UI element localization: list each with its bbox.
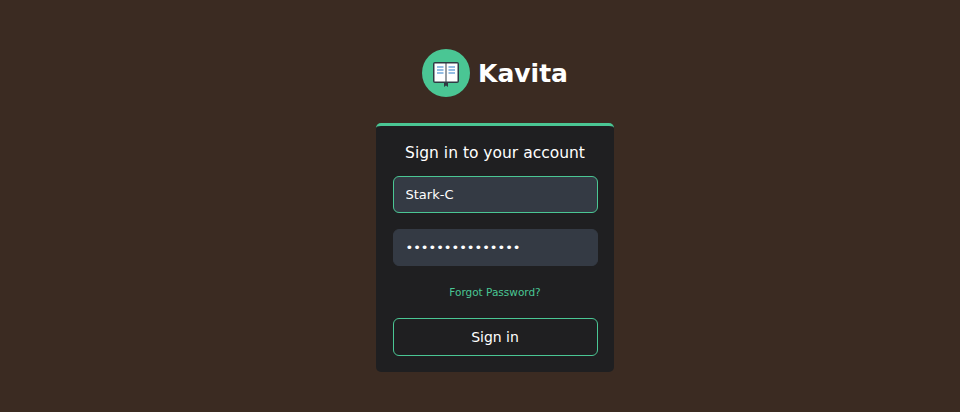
login-card: Sign in to your account Forgot Password? S…	[376, 123, 614, 372]
username-field[interactable]	[393, 176, 598, 213]
password-field[interactable]	[393, 229, 598, 266]
sign-in-button[interactable]: Sign in	[393, 318, 598, 356]
login-title: Sign in to your account	[405, 144, 585, 162]
forgot-password-link[interactable]: Forgot Password?	[449, 286, 540, 298]
login-page: Kavita Sign in to your account Forgot Pass…	[0, 0, 960, 412]
brand-name: Kavita	[478, 59, 568, 88]
book-logo-icon	[422, 49, 470, 97]
brand: Kavita	[422, 49, 568, 97]
